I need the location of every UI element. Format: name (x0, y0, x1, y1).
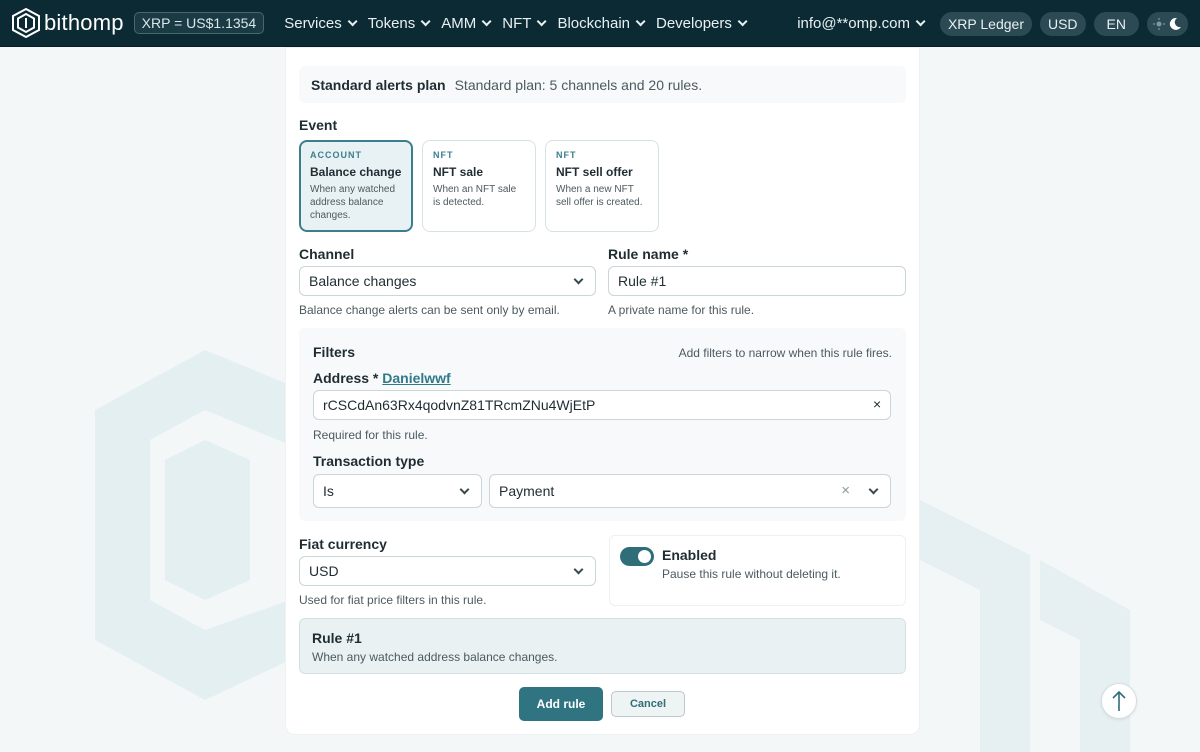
event-option-balance-change[interactable]: ACCOUNT Balance change When any watched … (299, 140, 413, 232)
alert-rule-form: Standard alerts plan Standard plan: 5 ch… (285, 47, 920, 735)
chevron-down-icon (481, 15, 492, 26)
nav-label: Tokens (367, 14, 416, 32)
fiat-currency-value: USD (309, 563, 339, 579)
chevron-down-icon (915, 16, 926, 27)
clear-transaction-type-icon[interactable]: × (841, 482, 850, 499)
logo[interactable]: bithomp (12, 8, 124, 38)
main-nav: Services Tokens AMM NFT Blockchain Devel… (284, 15, 758, 32)
nav-amm[interactable]: AMM (441, 14, 492, 32)
nav-label: Blockchain (557, 14, 630, 32)
nav-tokens[interactable]: Tokens (367, 14, 431, 32)
chevron-down-icon (635, 15, 646, 26)
plan-title: Standard alerts plan (311, 76, 446, 93)
filters-hint: Add filters to narrow when this rule fir… (678, 346, 892, 360)
clear-address-icon[interactable]: × (873, 396, 881, 412)
fiat-currency-label: Fiat currency (299, 536, 387, 552)
event-tag: ACCOUNT (310, 150, 362, 160)
logo-text: bithomp (44, 10, 124, 35)
scroll-to-top-button[interactable] (1101, 683, 1137, 719)
sun-icon (1153, 17, 1165, 30)
moon-icon (1169, 17, 1181, 30)
nav-label: AMM (441, 14, 477, 32)
event-description: When any watched address balance changes… (310, 184, 396, 221)
enabled-help: Pause this rule without deleting it. (662, 567, 841, 581)
chevron-down-icon (868, 484, 879, 495)
address-help: Required for this rule. (313, 428, 428, 442)
event-description: When an NFT sale is detected. (433, 184, 517, 208)
filters-title: Filters (313, 344, 356, 360)
cancel-button[interactable]: Cancel (611, 691, 685, 717)
nav-developers[interactable]: Developers (656, 14, 748, 32)
transaction-type-value: Payment (499, 483, 555, 499)
enabled-toggle[interactable] (620, 547, 654, 566)
account-menu[interactable]: info@**omp.com (797, 15, 926, 32)
event-description: When a new NFT sell offer is created. (556, 184, 643, 208)
chevron-down-icon (573, 274, 584, 285)
transaction-type-select[interactable]: Payment × (489, 474, 891, 508)
fiat-currency-select[interactable]: USD (299, 556, 596, 586)
transaction-operator-select[interactable]: Is (313, 474, 482, 508)
plan-info: Standard alerts plan Standard plan: 5 ch… (299, 66, 906, 103)
nav-label: Developers (656, 14, 732, 32)
address-label: Address * Danielwwf (313, 370, 451, 386)
network-selector[interactable]: XRP Ledger (939, 11, 1032, 36)
currency-selector[interactable]: USD (1039, 11, 1086, 36)
filters-panel: Filters Add filters to narrow when this … (299, 328, 906, 521)
chevron-down-icon (420, 15, 431, 26)
event-name: NFT sell offer (556, 165, 633, 179)
nav-services[interactable]: Services (284, 14, 358, 32)
theme-toggle[interactable] (1147, 11, 1188, 36)
account-email: info@**omp.com (797, 15, 910, 32)
channel-help: Balance change alerts can be sent only b… (299, 303, 560, 317)
enabled-panel: Enabled Pause this rule without deleting… (609, 535, 906, 606)
event-name: NFT sale (433, 165, 484, 179)
top-navbar: bithomp XRP = US$1.1354 Services Tokens … (0, 0, 1200, 47)
transaction-type-label: Transaction type (313, 453, 425, 469)
chevron-down-icon (537, 15, 548, 26)
add-rule-button[interactable]: Add rule (519, 687, 603, 721)
event-option-nft-sell-offer[interactable]: NFT NFT sell offer When a new NFT sell o… (545, 140, 659, 232)
arrow-up-icon (1112, 690, 1126, 711)
nav-label: Services (284, 14, 342, 32)
rule-name-label: Rule name * (608, 246, 689, 262)
channel-label: Channel (299, 246, 355, 262)
xrp-price-badge[interactable]: XRP = US$1.1354 (133, 12, 265, 34)
summary-description: When any watched address balance changes… (312, 650, 558, 664)
chevron-down-icon (573, 564, 584, 575)
transaction-operator-value: Is (323, 483, 334, 499)
nav-nft[interactable]: NFT (502, 14, 548, 32)
event-tag: NFT (433, 150, 454, 160)
event-option-nft-sale[interactable]: NFT NFT sale When an NFT sale is detecte… (422, 140, 536, 232)
address-input[interactable] (313, 390, 891, 420)
summary-title: Rule #1 (312, 630, 362, 646)
toggle-knob (638, 550, 651, 563)
rule-name-help: A private name for this rule. (608, 303, 755, 317)
nav-blockchain[interactable]: Blockchain (557, 14, 646, 32)
rule-name-input[interactable] (608, 266, 906, 296)
plan-description: Standard plan: 5 channels and 20 rules. (454, 76, 703, 93)
event-tag: NFT (556, 150, 577, 160)
address-label-text: Address * (313, 370, 379, 386)
header-right: info@**omp.com XRP Ledger USD EN (797, 0, 1188, 47)
chevron-down-icon (347, 15, 358, 26)
chevron-down-icon (459, 484, 470, 495)
address-username-link[interactable]: Danielwwf (382, 370, 450, 386)
channel-select[interactable]: Balance changes (299, 266, 596, 296)
rule-summary: Rule #1 When any watched address balance… (299, 618, 906, 674)
bithomp-logo-icon (12, 8, 40, 38)
fiat-currency-help: Used for fiat price filters in this rule… (299, 593, 487, 607)
channel-value: Balance changes (309, 273, 417, 289)
enabled-label: Enabled (662, 547, 717, 563)
event-name: Balance change (310, 165, 402, 179)
nav-label: NFT (502, 14, 532, 32)
event-label: Event (299, 117, 338, 133)
language-selector[interactable]: EN (1093, 11, 1139, 36)
chevron-down-icon (737, 15, 748, 26)
